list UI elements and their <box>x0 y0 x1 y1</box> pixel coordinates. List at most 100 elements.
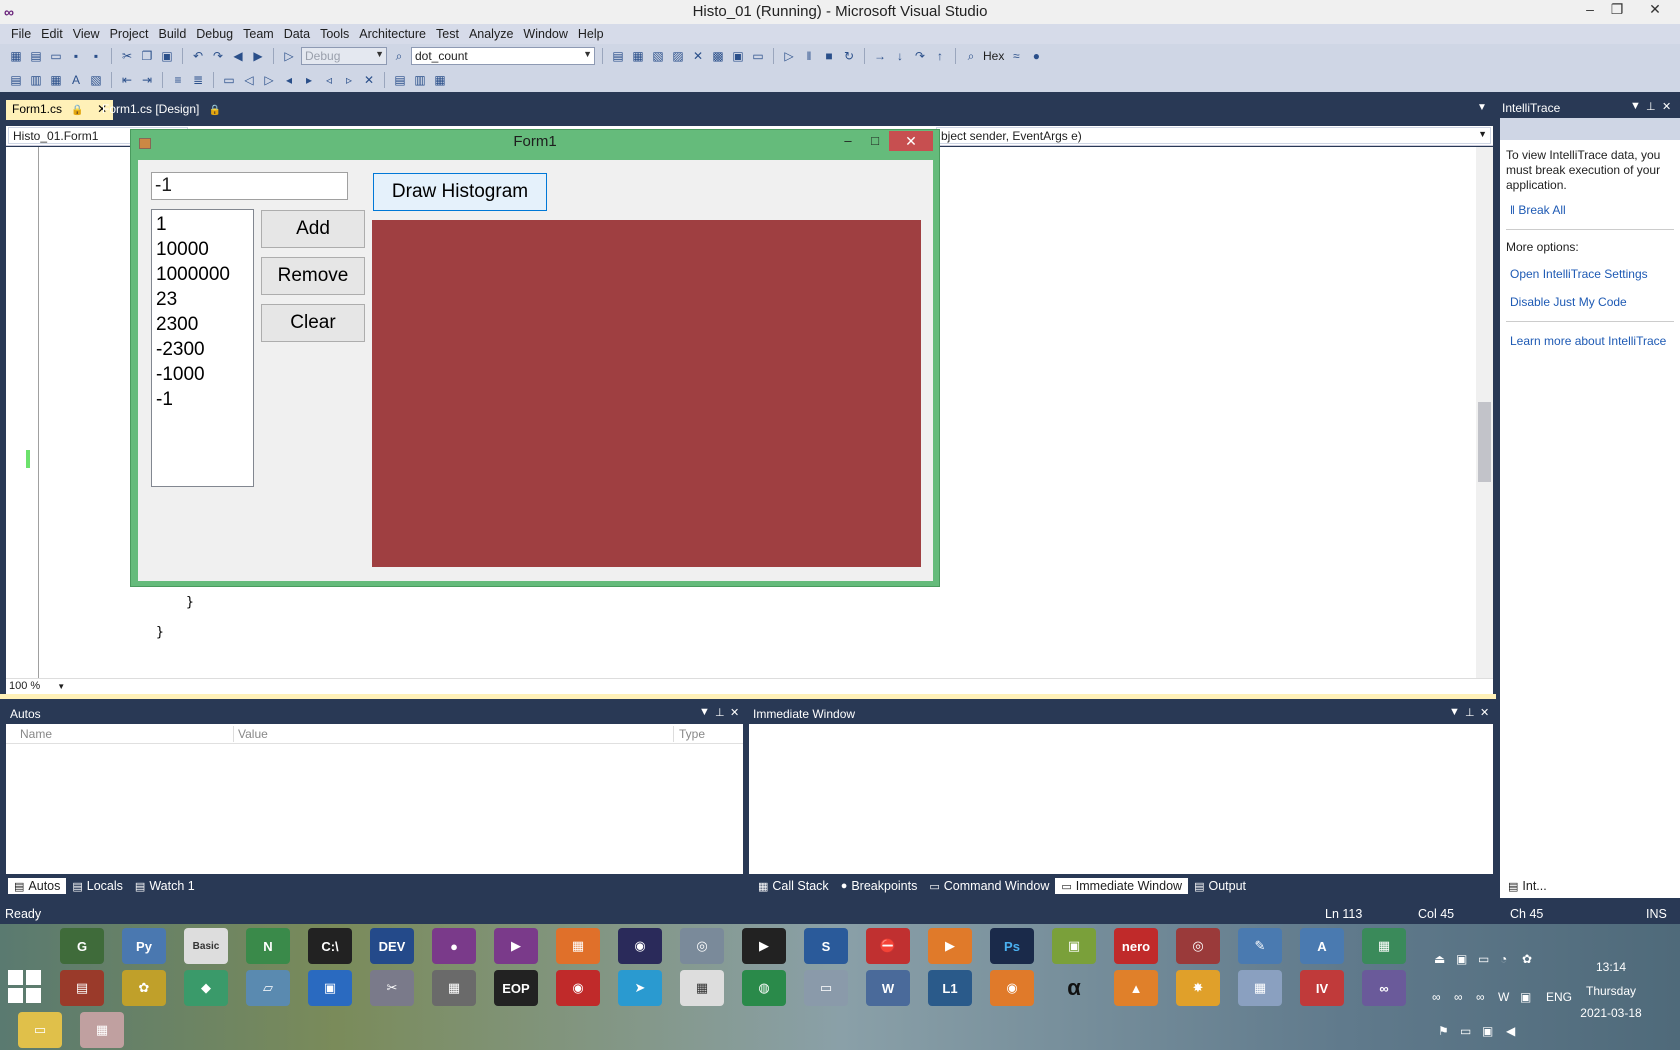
decrease-indent-icon[interactable]: ⇤ <box>119 72 135 88</box>
dev-cpp-icon[interactable]: DEV <box>370 928 414 964</box>
object-browser-icon[interactable]: ▧ <box>650 48 666 64</box>
winrar-icon[interactable]: ▤ <box>60 970 104 1006</box>
tab-immediate-window[interactable]: ▭ Immediate Window <box>1055 878 1189 894</box>
app-icon[interactable]: ✿ <box>122 970 166 1006</box>
cut-icon[interactable]: ✂ <box>119 48 135 64</box>
extension-manager-icon[interactable]: ▣ <box>730 48 746 64</box>
tray-icon[interactable]: ⏏ <box>1434 952 1445 966</box>
menu-tools[interactable]: Tools <box>315 27 354 41</box>
media-player-icon[interactable]: ▶ <box>742 928 786 964</box>
app-icon[interactable]: ◉ <box>556 970 600 1006</box>
tab-solution-explorer[interactable]: ⌕ Sol... <box>1553 878 1604 894</box>
close-panel-icon[interactable]: ✕ <box>730 706 739 719</box>
start-button[interactable] <box>8 970 42 1004</box>
minimize-icon[interactable]: – <box>1575 1 1605 17</box>
app-icon[interactable]: ▣ <box>308 970 352 1006</box>
restart-icon[interactable]: ↻ <box>841 48 857 64</box>
menu-window[interactable]: Window <box>518 27 572 41</box>
next-bookmark-in-folder-icon[interactable]: ▸ <box>301 72 317 88</box>
file-explorer-icon[interactable]: ▭ <box>18 1012 62 1048</box>
firefox-icon[interactable]: ◉ <box>990 970 1034 1006</box>
column-header-value[interactable]: Value <box>238 727 268 741</box>
list-item[interactable]: 2300 <box>156 312 249 337</box>
list-item[interactable]: -1000 <box>156 362 249 387</box>
browser-icon[interactable]: ◎ <box>1176 928 1220 964</box>
telegram-icon[interactable]: ➤ <box>618 970 662 1006</box>
add-item-icon[interactable]: ▤ <box>28 48 44 64</box>
app-icon[interactable]: G <box>60 928 104 964</box>
menu-data[interactable]: Data <box>279 27 315 41</box>
value-input[interactable]: -1 <box>151 172 348 200</box>
menu-edit[interactable]: Edit <box>36 27 68 41</box>
python-icon[interactable]: Py <box>122 928 166 964</box>
display-word-completion-icon[interactable]: A <box>68 72 84 88</box>
restore-icon[interactable]: ❐ <box>1602 1 1632 18</box>
open-intellitrace-settings-link[interactable]: Open IntelliTrace Settings <box>1500 255 1680 285</box>
control-panel-icon[interactable]: ▦ <box>80 1012 124 1048</box>
start-debugging-icon[interactable]: ▷ <box>281 48 297 64</box>
alpha-icon[interactable]: α <box>1052 970 1096 1006</box>
tab-watch-1[interactable]: ▤ Watch 1 <box>129 878 201 894</box>
window-position-icon[interactable]: ▼ <box>1449 706 1460 718</box>
tray-icon[interactable]: ∞ <box>1476 990 1485 1004</box>
form1-close-icon[interactable]: ✕ <box>889 131 933 151</box>
tray-icon[interactable]: ▭ <box>1478 952 1489 966</box>
tray-icon[interactable]: ∞ <box>1454 990 1463 1004</box>
members-dropdown[interactable]: bject sender, EventArgs e) ▼ <box>936 127 1491 144</box>
text-editor-icon[interactable]: A <box>1300 928 1344 964</box>
battery-icon[interactable]: ▭ <box>1460 1024 1471 1038</box>
tab-command-window[interactable]: ▭ Command Window <box>923 878 1055 894</box>
eclipse-icon[interactable]: ◉ <box>618 928 662 964</box>
add-button[interactable]: Add <box>261 210 365 248</box>
close-icon[interactable]: ✕ <box>1640 1 1670 18</box>
copy-icon[interactable]: ❐ <box>139 48 155 64</box>
break-all-link[interactable]: ‖ Break All <box>1500 193 1680 221</box>
clear-button[interactable]: Clear <box>261 304 365 342</box>
volume-icon[interactable]: ◀ <box>1506 1024 1515 1038</box>
find-combo[interactable]: dot_count ▼ <box>411 47 595 65</box>
previous-bookmark-in-document-icon[interactable]: ◃ <box>321 72 337 88</box>
threads-icon[interactable]: ≈ <box>1008 48 1024 64</box>
menu-help[interactable]: Help <box>573 27 609 41</box>
save-all-icon[interactable]: ▪ <box>88 48 104 64</box>
undo-icon[interactable]: ↶ <box>190 48 206 64</box>
redo-icon[interactable]: ↷ <box>210 48 226 64</box>
menu-debug[interactable]: Debug <box>191 27 238 41</box>
video-editor-icon[interactable]: ▶ <box>494 928 538 964</box>
step-out-icon[interactable]: ↑ <box>932 48 948 64</box>
menu-team[interactable]: Team <box>238 27 279 41</box>
tab-form1-design[interactable]: Form1.cs [Design] 🔒 <box>96 100 227 120</box>
active-files-dropdown-icon[interactable]: ▼ <box>1477 102 1487 113</box>
visual-studio-icon[interactable]: ∞ <box>1362 970 1406 1006</box>
list-item[interactable]: 1000000 <box>156 262 249 287</box>
vlc-icon[interactable]: ▲ <box>1114 970 1158 1006</box>
save-icon[interactable]: ▪ <box>68 48 84 64</box>
immediate-input-area[interactable] <box>749 724 1476 874</box>
network-icon[interactable]: ▣ <box>1482 1024 1493 1038</box>
display-object-member-list-icon[interactable]: ▤ <box>8 72 24 88</box>
command-window-icon[interactable]: ▭ <box>750 48 766 64</box>
window-position-icon[interactable]: ▼ <box>1630 100 1641 112</box>
recorder-icon[interactable]: ● <box>432 928 476 964</box>
tray-icon[interactable]: ∞ <box>1432 990 1441 1004</box>
outline-icon[interactable]: ▧ <box>88 72 104 88</box>
app-icon[interactable]: ✸ <box>1176 970 1220 1006</box>
quickwatch-icon[interactable]: ⌕ <box>963 48 979 64</box>
app-icon[interactable]: ◆ <box>184 970 228 1006</box>
solution-explorer-icon[interactable]: ▤ <box>610 48 626 64</box>
close-panel-icon[interactable]: ✕ <box>1662 100 1671 113</box>
tab-autos[interactable]: ▤ Autos <box>8 878 67 894</box>
menu-build[interactable]: Build <box>153 27 191 41</box>
grid-app-icon[interactable]: ▦ <box>680 970 724 1006</box>
auto-hide-pin-icon[interactable]: ⊥ <box>1465 706 1475 719</box>
column-header-name[interactable]: Name <box>20 727 52 741</box>
layout-size-icon[interactable]: ▦ <box>432 72 448 88</box>
navigate-backward-icon[interactable]: ◀ <box>230 48 246 64</box>
nero-icon[interactable]: nero <box>1114 928 1158 964</box>
window-position-icon[interactable]: ▼ <box>699 706 710 718</box>
command-prompt-icon[interactable]: C:\ <box>308 928 352 964</box>
tray-icon[interactable]: ◔ <box>1500 952 1507 966</box>
navigate-forward-icon[interactable]: ▶ <box>250 48 266 64</box>
pin-icon[interactable]: 🔒 <box>71 105 83 116</box>
tray-icon[interactable]: ✿ <box>1522 952 1532 966</box>
